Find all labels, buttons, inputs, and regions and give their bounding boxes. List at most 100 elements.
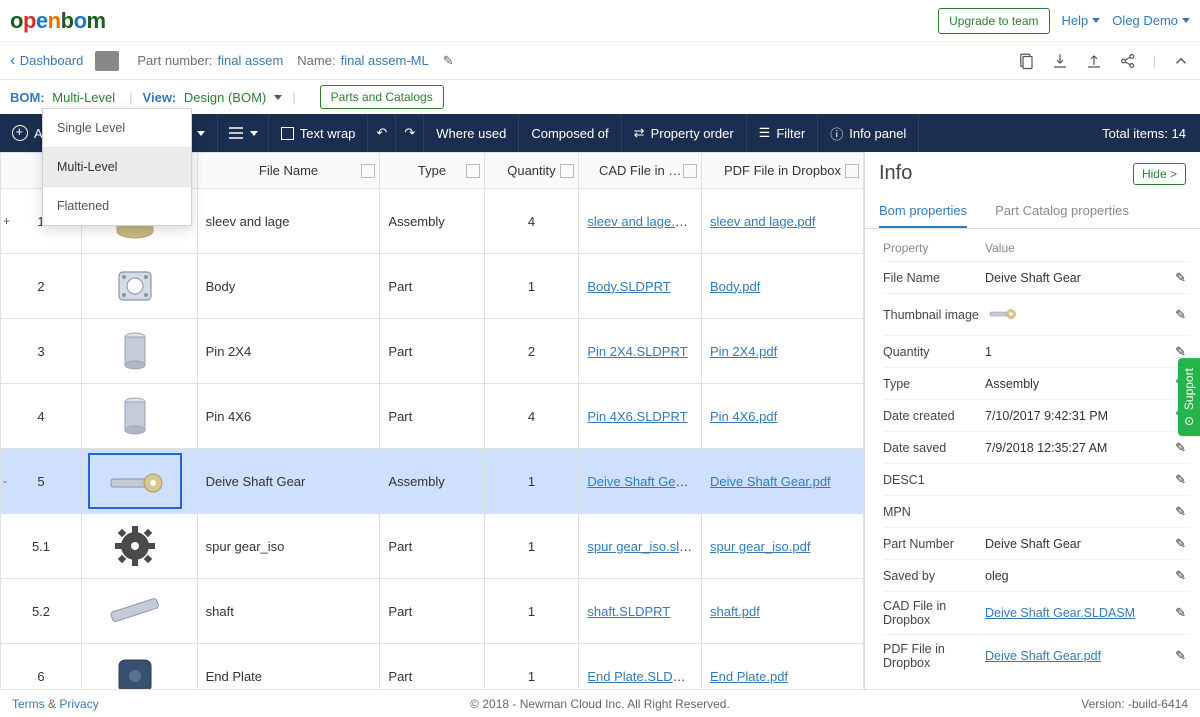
logo[interactable]: openbom (10, 8, 106, 34)
property-link[interactable]: Deive Shaft Gear.SLDASM (985, 606, 1135, 620)
property-link[interactable]: Deive Shaft Gear.pdf (985, 649, 1101, 663)
thumbnail[interactable] (90, 390, 180, 442)
copy-icon[interactable] (1017, 52, 1035, 70)
pdf-file-link[interactable]: spur gear_iso.pdf (710, 539, 810, 554)
cad-file-link[interactable]: sleev and lage.SL… (587, 214, 701, 229)
type-cell[interactable]: Assembly (380, 449, 484, 514)
filter-icon[interactable] (683, 164, 697, 178)
table-row[interactable]: 5.1spur gear_isoPart1spur gear_iso.sldpr… (1, 514, 864, 579)
pdf-file-link[interactable]: Pin 4X6.pdf (710, 409, 777, 424)
filter-icon[interactable] (466, 164, 480, 178)
pdf-file-link[interactable]: sleev and lage.pdf (710, 214, 816, 229)
user-menu[interactable]: Oleg Demo (1112, 13, 1190, 28)
table-row[interactable]: -5Deive Shaft GearAssembly1Deive Shaft G… (1, 449, 864, 514)
file-name-cell[interactable]: Deive Shaft Gear (197, 449, 380, 514)
type-cell[interactable]: Part (380, 514, 484, 579)
edit-icon[interactable]: ✎ (1171, 648, 1190, 664)
type-cell[interactable]: Part (380, 579, 484, 644)
type-cell[interactable]: Assembly (380, 189, 484, 254)
image-icon[interactable] (95, 51, 119, 71)
filter-icon[interactable] (361, 164, 375, 178)
edit-icon[interactable]: ✎ (1171, 270, 1190, 286)
edit-icon[interactable]: ✎ (1171, 504, 1190, 520)
thumbnail[interactable] (90, 585, 180, 637)
file-name-cell[interactable]: Pin 2X4 (197, 319, 380, 384)
share-icon[interactable] (1119, 52, 1137, 70)
parts-catalogs-button[interactable]: Parts and Catalogs (320, 85, 444, 109)
bom-type-dropdown[interactable]: Multi-Level (52, 90, 115, 105)
edit-icon[interactable]: ✎ (443, 53, 454, 69)
composed-of-button[interactable]: Composed of (519, 114, 621, 152)
pdf-file-link[interactable]: Deive Shaft Gear.pdf (710, 474, 831, 489)
redo-button[interactable]: ↷ (396, 114, 424, 152)
align-button[interactable] (218, 114, 269, 152)
quantity-cell[interactable]: 1 (484, 579, 579, 644)
dropdown-item-single-level[interactable]: Single Level (43, 109, 191, 147)
quantity-cell[interactable]: 2 (484, 319, 579, 384)
column-header[interactable]: Quantity (484, 153, 579, 189)
info-tab[interactable]: Part Catalog properties (995, 195, 1129, 228)
column-header[interactable]: File Name (197, 153, 380, 189)
download-icon[interactable] (1051, 52, 1069, 70)
pdf-file-link[interactable]: Body.pdf (710, 279, 760, 294)
cad-file-link[interactable]: spur gear_iso.sldprt (587, 539, 701, 554)
type-cell[interactable]: Part (380, 319, 484, 384)
pdf-file-link[interactable]: Pin 2X4.pdf (710, 344, 777, 359)
text-wrap-toggle[interactable]: Text wrap (269, 114, 369, 152)
quantity-cell[interactable]: 1 (484, 514, 579, 579)
file-name-cell[interactable]: sleev and lage (197, 189, 380, 254)
cad-file-link[interactable]: Body.SLDPRT (587, 279, 670, 294)
filter-icon[interactable] (560, 164, 574, 178)
back-dashboard-link[interactable]: Dashboard (10, 52, 83, 70)
edit-icon[interactable]: ✎ (1171, 307, 1190, 323)
info-tab[interactable]: Bom properties (879, 195, 967, 228)
edit-icon[interactable]: ✎ (1171, 440, 1190, 456)
quantity-cell[interactable]: 4 (484, 384, 579, 449)
dropdown-item-multi-level[interactable]: Multi-Level (43, 148, 191, 186)
file-name-cell[interactable]: Pin 4X6 (197, 384, 380, 449)
edit-icon[interactable]: ✎ (1171, 536, 1190, 552)
quantity-cell[interactable]: 4 (484, 189, 579, 254)
chevron-up-icon[interactable] (1172, 52, 1190, 70)
hide-info-button[interactable]: Hide > (1133, 163, 1186, 185)
thumbnail[interactable] (90, 455, 180, 507)
quantity-cell[interactable]: 1 (484, 254, 579, 319)
expand-toggle[interactable]: - (3, 474, 7, 488)
expand-toggle[interactable]: + (3, 214, 10, 228)
column-header[interactable]: Type (380, 153, 484, 189)
name-value[interactable]: final assem-ML (341, 53, 429, 68)
column-header[interactable]: CAD File in … (579, 153, 702, 189)
cad-file-link[interactable]: Pin 2X4.SLDPRT (587, 344, 687, 359)
table-row[interactable]: 5.2shaftPart1shaft.SLDPRTshaft.pdf (1, 579, 864, 644)
privacy-link[interactable]: Privacy (59, 697, 98, 711)
cad-file-link[interactable]: End Plate.SLDPRT (587, 669, 698, 684)
pdf-file-link[interactable]: shaft.pdf (710, 604, 760, 619)
cad-file-link[interactable]: Deive Shaft Gear.… (587, 474, 701, 489)
quantity-cell[interactable]: 1 (484, 449, 579, 514)
terms-link[interactable]: Terms (12, 697, 45, 711)
edit-icon[interactable]: ✎ (1171, 472, 1190, 488)
edit-icon[interactable]: ✎ (1171, 605, 1190, 621)
pdf-file-link[interactable]: End Plate.pdf (710, 669, 788, 684)
undo-button[interactable]: ↶ (368, 114, 396, 152)
thumbnail[interactable] (90, 260, 180, 312)
file-name-cell[interactable]: Body (197, 254, 380, 319)
upload-icon[interactable] (1085, 52, 1103, 70)
table-row[interactable]: 2BodyPart1Body.SLDPRTBody.pdf (1, 254, 864, 319)
table-row[interactable]: 4Pin 4X6Part4Pin 4X6.SLDPRTPin 4X6.pdf (1, 384, 864, 449)
view-dropdown[interactable]: Design (BOM) (184, 90, 266, 105)
thumbnail[interactable] (90, 520, 180, 572)
upgrade-button[interactable]: Upgrade to team (938, 8, 1049, 34)
table-row[interactable]: 3Pin 2X4Part2Pin 2X4.SLDPRTPin 2X4.pdf (1, 319, 864, 384)
help-menu[interactable]: Help (1062, 13, 1101, 28)
thumbnail[interactable] (90, 325, 180, 377)
column-header[interactable]: PDF File in Dropbox (701, 153, 863, 189)
file-name-cell[interactable]: shaft (197, 579, 380, 644)
property-order-button[interactable]: ⇄Property order (622, 114, 747, 152)
type-cell[interactable]: Part (380, 254, 484, 319)
edit-icon[interactable]: ✎ (1171, 568, 1190, 584)
where-used-button[interactable]: Where used (424, 114, 519, 152)
cad-file-link[interactable]: shaft.SLDPRT (587, 604, 670, 619)
type-cell[interactable]: Part (380, 384, 484, 449)
support-tab[interactable]: ⊙Support (1178, 358, 1200, 436)
